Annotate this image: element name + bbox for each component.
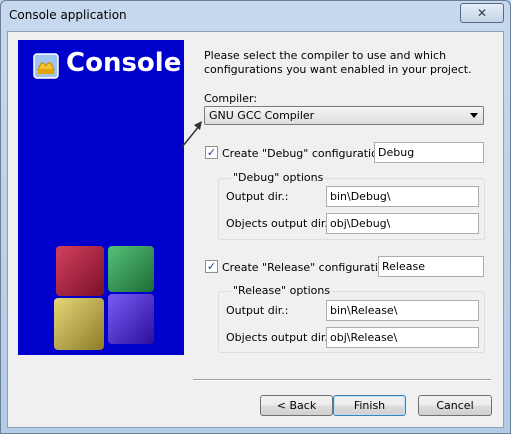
close-icon: ✕ <box>476 6 488 20</box>
wizard-banner: Console <box>18 40 184 355</box>
window-title: Console application <box>9 8 127 22</box>
debug-checkbox[interactable]: ✓ <box>205 146 218 159</box>
codeblocks-logo-cubes <box>54 246 154 350</box>
green-cube <box>108 246 154 292</box>
compiler-select[interactable]: GNU GCC Compiler <box>204 106 484 125</box>
pointer-arrow-icon <box>181 121 202 148</box>
debug-name-input[interactable]: Debug <box>374 142 484 163</box>
close-button[interactable]: ✕ <box>460 3 504 23</box>
codeblocks-shell-icon <box>33 53 59 79</box>
title-bar[interactable]: Console application ✕ <box>1 1 510 31</box>
cancel-button[interactable]: Cancel <box>418 395 492 416</box>
debug-output-dir-label: Output dir.: <box>226 190 289 203</box>
check-icon: ✓ <box>206 260 217 273</box>
release-output-dir-input[interactable]: bin\Release\ <box>326 300 479 321</box>
purple-cube <box>108 294 154 344</box>
wizard-page: Console Please select the compiler to us… <box>7 31 504 428</box>
button-separator <box>193 379 491 381</box>
compiler-select-value: GNU GCC Compiler <box>209 109 315 122</box>
compiler-label: Compiler: <box>204 92 258 105</box>
debug-checkbox-label[interactable]: Create "Debug" configuration: <box>222 147 389 160</box>
release-objects-dir-input[interactable]: obj\Release\ <box>326 327 479 348</box>
release-checkbox-label[interactable]: Create "Release" configuration: <box>222 261 395 274</box>
debug-objects-dir-label: Objects output dir.: <box>226 217 332 230</box>
release-options-title: "Release" options <box>231 284 333 297</box>
debug-options-title: "Debug" options <box>231 171 326 184</box>
release-name-input[interactable]: Release <box>378 256 484 277</box>
red-cube <box>56 246 104 296</box>
intro-text: Please select the compiler to use and wh… <box>204 49 472 76</box>
debug-objects-dir-input[interactable]: obj\Debug\ <box>326 213 479 234</box>
finish-button[interactable]: Finish <box>333 395 406 416</box>
back-button[interactable]: < Back <box>260 395 333 416</box>
debug-output-dir-input[interactable]: bin\Debug\ <box>326 186 479 207</box>
chevron-down-icon <box>470 113 478 118</box>
wizard-window: Console application ✕ Console Please sel… <box>0 0 511 434</box>
check-icon: ✓ <box>206 146 217 159</box>
release-checkbox[interactable]: ✓ <box>205 260 218 273</box>
yellow-cube <box>54 298 104 350</box>
banner-title: Console <box>66 48 182 78</box>
release-output-dir-label: Output dir.: <box>226 304 289 317</box>
release-objects-dir-label: Objects output dir.: <box>226 331 332 344</box>
